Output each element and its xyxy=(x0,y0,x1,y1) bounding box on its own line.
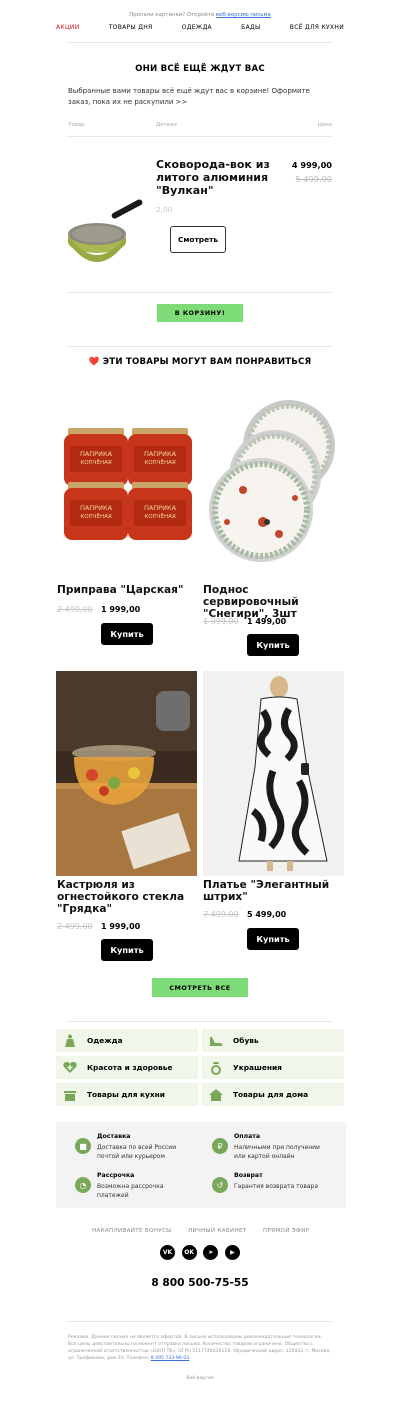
view-item-button[interactable]: Смотреть xyxy=(170,226,226,253)
dress-icon xyxy=(63,1034,77,1048)
category-beauty[interactable]: Красота и здоровье xyxy=(56,1056,198,1079)
divider xyxy=(66,1021,332,1022)
see-all-button[interactable]: СМОТРЕТЬ ВСЕ xyxy=(152,978,248,997)
nav-item-kitchen[interactable]: ВСЁ ДЛЯ КУХНИ xyxy=(290,24,344,38)
buy-button[interactable]: Купить xyxy=(101,939,153,961)
youtube-icon[interactable]: ▶ xyxy=(224,1245,240,1260)
web-version-link[interactable]: веб-версию письма xyxy=(216,12,271,18)
telegram-icon[interactable]: ➤ xyxy=(203,1245,219,1260)
divider xyxy=(66,346,332,347)
product-old-price: 7 499,00 xyxy=(203,910,239,919)
vk-icon[interactable]: VK xyxy=(160,1245,175,1260)
product-price: 1 999,00 xyxy=(101,605,141,614)
category-label: Одежда xyxy=(87,1036,123,1045)
divider xyxy=(66,1321,332,1322)
recommend-heading: ❤️ ЭТИ ТОВАРЫ МОГУТ ВАМ ПОНРАВИТЬСЯ xyxy=(0,357,400,367)
service-text: Гарантия возврата товара xyxy=(234,1183,319,1190)
cart-item-title[interactable]: Сковорода-вок из литого алюминия "Вулкан… xyxy=(156,158,274,197)
pot-icon xyxy=(63,1088,77,1102)
svg-text:КОПЧЁНАЯ: КОПЧЁНАЯ xyxy=(80,459,112,466)
divider xyxy=(66,42,332,43)
svg-text:ПАПРИКА: ПАПРИКА xyxy=(80,450,113,458)
nav-item-supplements[interactable]: БАДЫ xyxy=(241,24,260,38)
product-price: 5 499,00 xyxy=(247,910,287,919)
clock-icon: ◔ xyxy=(75,1177,91,1193)
category-home[interactable]: Товары для дома xyxy=(202,1083,344,1106)
legal-text: Реклама. Данное письмо не является оферт… xyxy=(68,1334,332,1362)
ruble-icon: ₽ xyxy=(212,1138,228,1154)
col-price: Цена xyxy=(317,122,332,128)
product-old-price: 1 999,00 xyxy=(203,617,239,626)
category-shoes[interactable]: Обувь xyxy=(202,1029,344,1052)
web-version-footer-link[interactable]: Веб-версия xyxy=(0,1375,400,1382)
footer-link-account[interactable]: ЛИЧНЫЙ КАБИНЕТ xyxy=(188,1228,247,1234)
category-label: Украшения xyxy=(233,1063,282,1072)
product-image-glass-pot[interactable] xyxy=(56,671,197,876)
top-nav: АКЦИИ ТОВАРЫ ДНЯ ОДЕЖДА БАДЫ ВСЁ ДЛЯ КУХ… xyxy=(56,24,344,38)
product-old-price: 2 499,00 xyxy=(57,922,93,931)
preheader-text: Пропали картинки? Откройте xyxy=(129,12,216,18)
shoe-icon xyxy=(209,1034,223,1048)
service-title: Оплата xyxy=(234,1133,261,1140)
box-icon: ■ xyxy=(75,1138,91,1154)
category-jewelry[interactable]: Украшения xyxy=(202,1056,344,1079)
category-label: Товары для дома xyxy=(233,1090,309,1099)
legal-body: Реклама. Данное письмо не является оферт… xyxy=(68,1335,331,1361)
cart-item-price: 4 999,00 xyxy=(291,160,332,170)
product-name[interactable]: Поднос сервировочный "Снегири", 3шт xyxy=(203,584,343,620)
table-divider xyxy=(66,136,332,137)
product-price: 1 999,00 xyxy=(101,922,141,931)
service-title: Возврат xyxy=(234,1172,263,1179)
cart-item-quantity: 2,00 xyxy=(156,205,173,214)
col-product: Товар xyxy=(68,122,85,128)
product-image-plates[interactable] xyxy=(203,398,343,580)
product-name[interactable]: Приправа "Царская" xyxy=(57,584,197,596)
buy-button[interactable]: Купить xyxy=(247,928,299,950)
service-title: Рассрочка xyxy=(97,1172,135,1179)
go-to-cart-button[interactable]: В КОРЗИНУ! xyxy=(157,304,243,322)
heart-plus-icon xyxy=(63,1061,77,1075)
divider xyxy=(66,292,332,293)
wok-pan-image[interactable] xyxy=(66,196,152,266)
house-icon xyxy=(209,1088,223,1102)
category-kitchen[interactable]: Товары для кухни xyxy=(56,1083,198,1106)
heart-icon: ❤️ xyxy=(88,357,100,367)
footer-link-bonuses[interactable]: НАКАПЛИВАЙТЕ БОНУСЫ xyxy=(92,1228,171,1234)
category-label: Обувь xyxy=(233,1036,259,1045)
category-label: Товары для кухни xyxy=(87,1090,165,1099)
buy-button[interactable]: Купить xyxy=(101,623,153,645)
odnoklassniki-icon[interactable]: OK xyxy=(181,1245,197,1260)
nav-item-promos[interactable]: АКЦИИ xyxy=(56,24,80,38)
preheader: Пропали картинки? Откройте веб-версию пи… xyxy=(0,12,400,18)
legal-phone-link[interactable]: 8 495 733-96-03 xyxy=(151,1356,189,1361)
category-clothing[interactable]: Одежда xyxy=(56,1029,198,1052)
ring-icon xyxy=(209,1061,223,1075)
service-text: Возможна рассрочка платежей xyxy=(97,1183,164,1199)
cart-text: Выбранные вами товары всё ещё ждут вас в… xyxy=(68,87,310,106)
support-phone[interactable]: 8 800 500-75-55 xyxy=(0,1277,400,1289)
product-price: 1 499,00 xyxy=(247,617,287,626)
col-details: Детали xyxy=(156,122,177,128)
cart-item-old-price: 5 499,00 xyxy=(295,174,332,184)
nav-item-products-of-day[interactable]: ТОВАРЫ ДНЯ xyxy=(109,24,153,38)
product-old-price: 2 499,00 xyxy=(57,605,93,614)
product-image-dress[interactable] xyxy=(203,671,344,876)
product-name[interactable]: Платье "Элегантный штрих" xyxy=(203,879,343,903)
cart-heading: ОНИ ВСЁ ЕЩЁ ЖДУТ ВАС xyxy=(135,64,265,74)
service-title: Доставка xyxy=(97,1133,131,1140)
product-image-paprika[interactable]: ПАПРИКА КОПЧЁНАЯ xyxy=(56,398,196,580)
nav-item-clothing[interactable]: ОДЕЖДА xyxy=(182,24,212,38)
recommend-heading-text: ЭТИ ТОВАРЫ МОГУТ ВАМ ПОНРАВИТЬСЯ xyxy=(102,357,312,367)
service-text: Доставка по всей России почтой или курье… xyxy=(97,1144,177,1160)
social-links: VK OK ➤ ▶ xyxy=(160,1245,240,1260)
return-icon: ↺ xyxy=(212,1177,228,1193)
buy-button[interactable]: Купить xyxy=(247,634,299,656)
category-label: Красота и здоровье xyxy=(87,1063,173,1072)
footer-link-live[interactable]: ПРЯМОЙ ЭФИР xyxy=(263,1228,309,1234)
product-name[interactable]: Кастрюля из огнестойкого стекла "Грядка" xyxy=(57,879,197,915)
service-text: Наличными при получении или картой онлай… xyxy=(234,1144,320,1160)
